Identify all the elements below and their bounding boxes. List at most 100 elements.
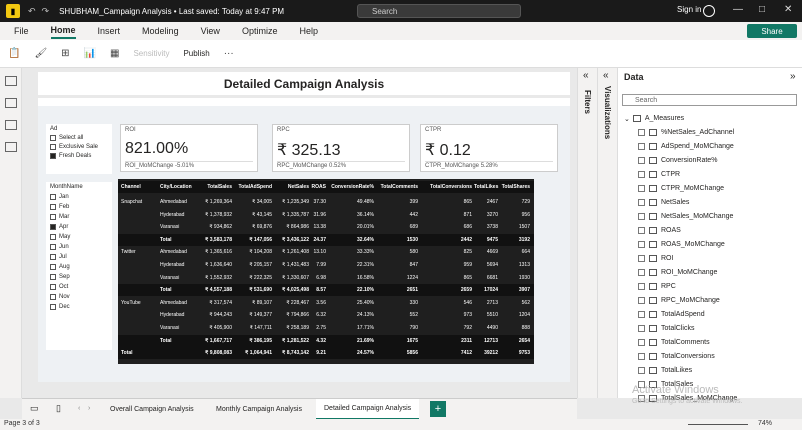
calculator-icon[interactable]: ▦	[110, 48, 119, 59]
dax-query-icon[interactable]	[5, 142, 17, 152]
desktop-layout-icon[interactable]: ▭	[30, 403, 39, 414]
data-field-item[interactable]: TotalClicks	[638, 322, 694, 335]
data-field-item[interactable]: CTPR	[638, 168, 680, 181]
tab-overall-campaign-analysis[interactable]: Overall Campaign Analysis	[102, 399, 202, 420]
more-options-icon[interactable]: ···	[224, 48, 234, 59]
data-field-item[interactable]: TotalAdSpend	[638, 308, 705, 321]
quick-access-icons[interactable]: ↶↷	[28, 6, 55, 17]
share-button[interactable]: Share	[747, 24, 797, 38]
month-option-nov[interactable]: Nov	[50, 294, 108, 300]
visualizations-pane-label[interactable]: Visualizations	[603, 86, 612, 139]
data-field-item[interactable]: TotalConversions	[638, 350, 715, 363]
maximize-icon[interactable]: □	[759, 4, 765, 15]
field-checkbox[interactable]	[638, 157, 645, 164]
collapse-filters-icon[interactable]: «	[583, 70, 589, 81]
get-data-icon[interactable]: ⊞	[61, 48, 69, 59]
collapse-visualizations-icon[interactable]: «	[603, 70, 609, 81]
checkbox[interactable]	[50, 254, 56, 260]
data-field-item[interactable]: %NetSales_AdChannel	[638, 126, 734, 139]
filters-pane-label[interactable]: Filters	[583, 90, 592, 114]
field-checkbox[interactable]	[638, 367, 645, 374]
checkbox[interactable]	[50, 135, 56, 141]
data-field-item[interactable]: RPC	[638, 280, 676, 293]
avatar-icon[interactable]	[703, 5, 715, 17]
data-field-item[interactable]: CTPR_MoMChange	[638, 182, 724, 195]
mobile-layout-icon[interactable]: ▯	[56, 403, 61, 414]
field-checkbox[interactable]	[638, 143, 645, 150]
data-field-item[interactable]: TotalLikes	[638, 364, 692, 377]
month-option-may[interactable]: May	[50, 234, 108, 240]
checkbox[interactable]	[50, 284, 56, 290]
field-checkbox[interactable]	[638, 213, 645, 220]
data-field-item[interactable]: RPC_MoMChange	[638, 294, 720, 307]
menu-home[interactable]: Home	[50, 23, 76, 39]
minimize-icon[interactable]: —	[733, 4, 743, 15]
field-checkbox[interactable]	[638, 311, 645, 318]
filters-pane-collapsed[interactable]: « Filters	[577, 68, 597, 398]
field-checkbox[interactable]	[638, 269, 645, 276]
next-page-icon[interactable]: ›	[88, 405, 90, 412]
report-view-icon[interactable]	[5, 76, 17, 86]
field-checkbox[interactable]	[638, 339, 645, 346]
menu-help[interactable]: Help	[299, 24, 318, 38]
chevron-down-icon[interactable]: ⌄	[624, 115, 630, 123]
paste-icon[interactable]: 📋	[8, 48, 20, 59]
tab-detailed-campaign-analysis[interactable]: Detailed Campaign Analysis	[316, 399, 420, 420]
month-option-feb[interactable]: Feb	[50, 204, 108, 210]
menu-insert[interactable]: Insert	[98, 24, 121, 38]
field-checkbox[interactable]	[638, 325, 645, 332]
field-checkbox[interactable]	[638, 255, 645, 262]
checkbox[interactable]	[50, 234, 56, 240]
field-checkbox[interactable]	[638, 185, 645, 192]
visualizations-pane-collapsed[interactable]: « Visualizations	[597, 68, 617, 398]
data-search-input[interactable]: Search	[622, 94, 797, 106]
tab-monthly-campaign-analysis[interactable]: Monthly Campaign Analysis	[208, 399, 310, 420]
menu-file[interactable]: File	[14, 24, 29, 38]
month-option-dec[interactable]: Dec	[50, 304, 108, 310]
zoom-slider[interactable]	[688, 424, 748, 425]
ad-option-select-all[interactable]: Select all	[50, 135, 108, 141]
month-option-jul[interactable]: Jul	[50, 254, 108, 260]
checkbox[interactable]	[50, 304, 56, 310]
checkbox[interactable]	[50, 274, 56, 280]
month-option-apr[interactable]: Apr	[50, 224, 108, 230]
month-option-oct[interactable]: Oct	[50, 284, 108, 290]
field-checkbox[interactable]	[638, 199, 645, 206]
data-field-item[interactable]: ROAS_MoMChange	[638, 238, 725, 251]
data-field-item[interactable]: ROI_MoMChange	[638, 266, 717, 279]
new-visual-icon[interactable]: 📊	[84, 48, 96, 59]
data-field-item[interactable]: TotalComments	[638, 336, 710, 349]
prev-page-icon[interactable]: ‹	[78, 405, 80, 412]
title-search-box[interactable]: Search	[357, 4, 521, 18]
close-icon[interactable]: ✕	[784, 4, 792, 15]
data-field-item[interactable]: ConversionRate%	[638, 154, 717, 167]
menu-modeling[interactable]: Modeling	[142, 24, 179, 38]
ad-slicer[interactable]: Ad Select all Exclusive Sale Fresh Deals	[46, 124, 112, 174]
field-checkbox[interactable]	[638, 297, 645, 304]
checkbox[interactable]	[50, 244, 56, 250]
data-field-item[interactable]: ROI	[638, 252, 673, 265]
add-page-button[interactable]: +	[430, 401, 446, 417]
field-checkbox[interactable]	[638, 283, 645, 290]
sign-in-link[interactable]: Sign in	[677, 5, 701, 14]
field-checkbox[interactable]	[638, 241, 645, 248]
field-checkbox[interactable]	[638, 227, 645, 234]
data-field-item[interactable]: AdSpend_MoMChange	[638, 140, 734, 153]
field-checkbox[interactable]	[638, 129, 645, 136]
table-view-icon[interactable]	[5, 98, 17, 108]
field-checkbox[interactable]	[638, 353, 645, 360]
checkbox[interactable]	[50, 294, 56, 300]
checkbox[interactable]	[50, 214, 56, 220]
menu-optimize[interactable]: Optimize	[242, 24, 278, 38]
checkbox[interactable]	[50, 144, 56, 150]
checkbox[interactable]	[50, 153, 56, 159]
zoom-level[interactable]: 74%	[758, 420, 772, 427]
kpi-card-ctpr[interactable]: CTPR ₹ 0.12 CTPR_MoMChange 5.28%	[420, 124, 558, 172]
expand-data-pane-icon[interactable]: »	[790, 71, 796, 82]
measures-table-node[interactable]: ⌄ A_Measures	[624, 112, 684, 125]
publish-button[interactable]: Publish	[183, 49, 209, 58]
campaign-matrix-table[interactable]: Channel City/Location TotalSales TotalAdSpe…	[118, 179, 534, 364]
format-painter-icon[interactable]: 🖌	[34, 48, 47, 59]
data-field-item[interactable]: NetSales	[638, 196, 689, 209]
sensitivity-button[interactable]: Sensitivity	[133, 49, 169, 58]
